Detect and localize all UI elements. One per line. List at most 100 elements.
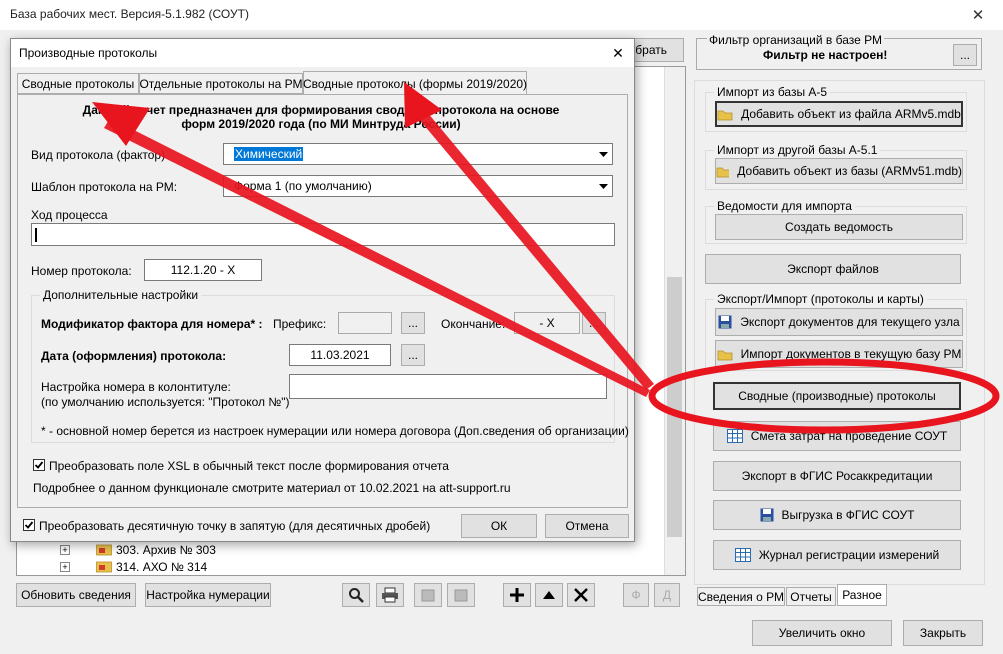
protocol-number-label: Номер протокола: [31,264,132,278]
factor-select-value: Химический [234,147,304,161]
folder-icon [96,561,112,573]
tab-summary-protocols[interactable]: Сводные протоколы [17,73,139,94]
prefix-field[interactable] [338,312,392,334]
filter-settings-button[interactable]: ... [953,44,977,66]
refresh-button[interactable]: Обновить сведения [16,583,136,607]
close-window-button[interactable]: Закрыть [903,620,983,646]
import-a51-title: Импорт из другой базы А-5.1 [714,143,881,157]
folder-open-icon [717,110,733,120]
tab-reports[interactable]: Отчеты [786,587,836,606]
delete-icon [574,588,588,602]
copy-icon [421,589,435,602]
import-docs-button[interactable]: Импорт документов в текущую базу РМ [715,340,963,368]
arrow-up-icon [543,591,555,599]
save-icon [760,508,774,522]
filter-settings-label: ... [959,48,970,62]
export-docs-button[interactable]: Экспорт документов для текущего узла [715,308,963,336]
folder-open-icon [717,350,733,360]
import-a5-button[interactable]: Добавить объект из файла ARMv5.mdb [715,101,963,127]
cancel-button-label: Отмена [565,519,609,533]
summary-protocols-button[interactable]: Сводные (производные) протоколы [713,382,961,410]
footer-setting-field[interactable] [289,374,607,399]
numbering-settings-button[interactable]: Настройка нумерации [145,583,271,607]
ok-button-label: ОК [490,519,508,533]
print-button[interactable] [376,583,404,607]
progress-field[interactable] [31,223,615,246]
ending-browse-button[interactable]: ... [582,312,606,334]
browse-label: ... [407,316,418,330]
filter-group-title: Фильтр организаций в базе РМ [707,33,884,47]
close-window-label: Закрыть [919,626,967,640]
close-icon: ✕ [612,44,624,61]
import-a5-group: Импорт из базы А-5 Добавить объект из фа… [705,85,967,132]
footnote: * - основной номер берется из настроек н… [41,424,629,438]
paste-icon [454,589,468,602]
export-import-title: Экспорт/Импорт (протоколы и карты) [714,292,927,306]
paste-button[interactable] [447,583,475,607]
move-up-button[interactable] [535,583,563,607]
tree-item-label: 303. Архив № 303 [116,543,216,557]
fgis-rosakk-button[interactable]: Экспорт в ФГИС Росаккредитации [713,461,961,491]
tree-item[interactable]: + 303. Архив № 303 [60,542,260,558]
journal-label: Журнал регистрации измерений [758,548,940,562]
import-a51-button[interactable]: Добавить объект из базы (ARMv51.mdb) [715,158,963,184]
ending-label: Окончание: [441,317,506,331]
left-header-button-label: брать [635,43,667,57]
chevron-down-icon[interactable] [595,177,611,195]
prefix-browse-button[interactable]: ... [401,312,425,334]
export-files-button[interactable]: Экспорт файлов [705,254,961,284]
search-button[interactable] [342,583,370,607]
date-picker-button[interactable]: ... [401,344,425,366]
template-label: Шаблон протокола на РМ: [31,180,178,194]
statements-title: Ведомости для импорта [714,199,855,213]
factor-select[interactable]: Химический [223,143,613,165]
enlarge-window-button[interactable]: Увеличить окно [752,620,892,646]
fgis-rosakk-label: Экспорт в ФГИС Росаккредитации [741,469,933,483]
numbering-settings-label: Настройка нумерации [146,588,270,602]
d-button[interactable]: Д [654,583,680,607]
create-statement-button[interactable]: Создать ведомость [715,214,963,240]
date-field[interactable]: 11.03.2021 [289,344,391,366]
journal-button[interactable]: Журнал регистрации измерений [713,540,961,570]
text-cursor [35,228,37,242]
tab-individual-protocols[interactable]: Отдельные протоколы на РМ [139,73,303,94]
f-button[interactable]: Ф [623,583,649,607]
dialog-close-button[interactable]: ✕ [607,43,629,63]
ok-button[interactable]: ОК [461,514,537,538]
tab-label: Сведения о РМ [697,589,785,604]
add-button[interactable] [503,583,531,607]
export-import-group: Экспорт/Импорт (протоколы и карты) Экспо… [705,292,967,371]
fgis-sout-label: Выгрузка в ФГИС СОУТ [781,508,915,522]
tab-summary-protocols-2019-2020[interactable]: Сводные протоколы (формы 2019/2020) [303,71,527,95]
delete-button[interactable] [567,583,595,607]
expand-icon[interactable]: + [60,545,70,555]
decimal-checkbox-label: Преобразовать десятичную точку в запятую… [39,519,431,533]
filter-group: Фильтр организаций в базе РМ Фильтр не н… [696,33,982,70]
footer-setting-line: (по умолчанию используется: "Протокол №"… [41,395,290,409]
browse-label: ... [407,348,418,362]
save-icon [718,315,732,329]
tab-misc[interactable]: Разное [837,584,887,606]
scroll-thumb[interactable] [667,277,682,537]
tab-svedeniya-rm[interactable]: Сведения о РМ [697,587,785,606]
tree-item[interactable]: + 314. АХО № 314 [60,559,260,575]
filter-status: Фильтр не настроен! [763,48,888,62]
cancel-button[interactable]: Отмена [545,514,629,538]
tree-scrollbar[interactable] [664,67,685,575]
close-icon: ✕ [971,7,985,24]
fgis-sout-button[interactable]: Выгрузка в ФГИС СОУТ [713,500,961,530]
prefix-label: Префикс: [273,317,327,331]
xsl-checkbox[interactable] [33,459,45,471]
cost-estimate-button[interactable]: Смета затрат на проведение СОУТ [713,421,961,451]
tab-label: Разное [842,588,882,602]
main-close-button[interactable]: ✕ [960,2,996,28]
expand-icon[interactable]: + [60,562,70,572]
template-select[interactable]: Форма 1 (по умолчанию) [223,175,613,197]
copy-button[interactable] [414,583,442,607]
tab-label: Отчеты [790,589,832,604]
xsl-checkbox-label: Преобразовать поле XSL в обычный текст п… [49,459,449,473]
decimal-checkbox[interactable] [23,519,35,531]
ending-field[interactable]: - X [514,312,580,334]
protocol-number-field[interactable]: 112.1.20 - X [144,259,262,281]
chevron-down-icon[interactable] [595,145,611,163]
